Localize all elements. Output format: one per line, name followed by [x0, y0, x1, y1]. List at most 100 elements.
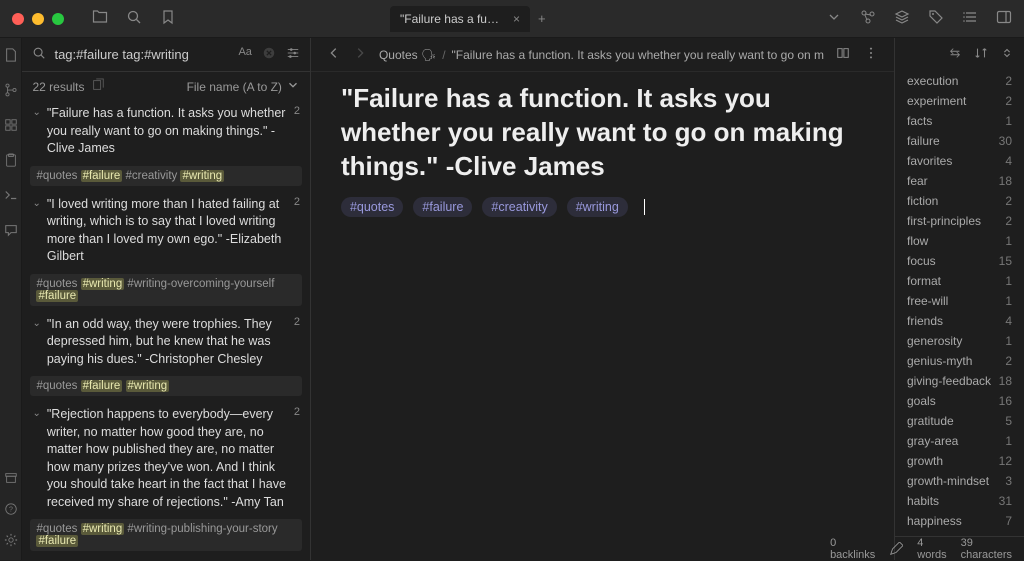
svg-text:?: ?: [9, 507, 13, 514]
tag-item[interactable]: gray-area1: [907, 431, 1012, 451]
file-icon[interactable]: [4, 48, 18, 65]
text-cursor: [644, 199, 645, 215]
nav-forward-icon[interactable]: [353, 46, 367, 63]
note-tag[interactable]: #writing: [567, 197, 628, 217]
tag-name: first-principles: [907, 214, 981, 228]
folder-icon[interactable]: [92, 9, 108, 28]
window-minimize[interactable]: [32, 13, 44, 25]
char-count[interactable]: 39 characters: [961, 537, 1012, 561]
breadcrumb-title[interactable]: "Failure has a function. It asks you whe…: [452, 48, 824, 62]
result-collapse-icon[interactable]: ⌄: [32, 198, 40, 209]
terminal-icon[interactable]: [4, 188, 18, 205]
search-result[interactable]: ⌄ "I loved writing more than I hated fai…: [30, 192, 301, 306]
tag-name: failure: [907, 134, 940, 148]
git-icon[interactable]: [4, 83, 18, 100]
result-match-count: 2: [294, 316, 300, 328]
tag-item[interactable]: generosity1: [907, 331, 1012, 351]
tag-item[interactable]: gratitude5: [907, 411, 1012, 431]
result-collapse-icon[interactable]: ⌄: [32, 408, 40, 419]
word-count[interactable]: 4 words: [917, 537, 946, 561]
tag-item[interactable]: focus15: [907, 251, 1012, 271]
tag-count: 1: [1005, 434, 1012, 448]
tag-item[interactable]: fiction2: [907, 191, 1012, 211]
bookmark-icon[interactable]: [160, 9, 176, 28]
search-result[interactable]: ⌄ "Rejection happens to everybody—every …: [30, 402, 301, 551]
tag-item[interactable]: habits31: [907, 491, 1012, 511]
tag-count: 1: [1005, 294, 1012, 308]
tag-count: 16: [999, 394, 1012, 408]
gear-icon[interactable]: [4, 533, 18, 550]
collapse-icon[interactable]: [948, 46, 962, 63]
tag-item[interactable]: friends4: [907, 311, 1012, 331]
more-icon[interactable]: [864, 46, 878, 63]
tag-item[interactable]: giving-feedback18: [907, 371, 1012, 391]
reading-mode-icon[interactable]: [836, 46, 850, 63]
tag-item[interactable]: growth-mindset3: [907, 471, 1012, 491]
tag-item[interactable]: goals16: [907, 391, 1012, 411]
tag-item[interactable]: first-principles 2: [907, 211, 1012, 231]
result-collapse-icon[interactable]: ⌄: [32, 318, 40, 329]
search-input[interactable]: [54, 47, 230, 62]
chat-icon[interactable]: [4, 223, 18, 240]
layers-icon[interactable]: [894, 9, 910, 28]
tag-item[interactable]: flow1: [907, 231, 1012, 251]
window-maximize[interactable]: [52, 13, 64, 25]
sort-dropdown[interactable]: File name (A to Z): [187, 78, 300, 95]
tab-active[interactable]: "Failure has a function. It... ×: [390, 6, 530, 32]
results-count: 22 results: [32, 80, 84, 94]
note-tags[interactable]: #quotes #failure #creativity #writing: [341, 197, 864, 217]
chevron-down-icon[interactable]: [826, 9, 842, 28]
tag-item[interactable]: free-will1: [907, 291, 1012, 311]
backlinks-status[interactable]: 0 backlinks: [830, 537, 875, 561]
search-result[interactable]: ⌄ "In an odd way, they were trophies. Th…: [30, 312, 301, 397]
tag-item[interactable]: format1: [907, 271, 1012, 291]
result-collapse-icon[interactable]: ⌄: [32, 107, 40, 118]
tag-icon[interactable]: [928, 9, 944, 28]
chevron-down-icon: [286, 78, 300, 95]
grid-icon[interactable]: [4, 118, 18, 135]
tag-item[interactable]: genius-myth2: [907, 351, 1012, 371]
clear-search-icon[interactable]: [262, 46, 276, 63]
match-case-icon[interactable]: Aa: [238, 46, 251, 63]
tab-close-icon[interactable]: ×: [513, 12, 520, 26]
nav-back-icon[interactable]: [327, 46, 341, 63]
tag-item[interactable]: execution2: [907, 71, 1012, 91]
tag-item[interactable]: failure30: [907, 131, 1012, 151]
sort-tags-icon[interactable]: [974, 46, 988, 63]
window-close[interactable]: [12, 13, 24, 25]
tag-item[interactable]: growth12: [907, 451, 1012, 471]
tag-item[interactable]: happiness7: [907, 511, 1012, 531]
note-tag[interactable]: #failure: [413, 197, 472, 217]
tag-item[interactable]: favorites4: [907, 151, 1012, 171]
list-icon[interactable]: [962, 9, 978, 28]
search-icon: [32, 46, 46, 63]
breadcrumb[interactable]: Quotes 🗣 / "Failure has a function. It a…: [379, 48, 824, 62]
tag-item[interactable]: fear18: [907, 171, 1012, 191]
copy-results-icon[interactable]: [91, 78, 105, 95]
tag-count: 18: [999, 174, 1012, 188]
new-tab-icon[interactable]: +: [538, 11, 546, 26]
help-icon[interactable]: ?: [4, 502, 18, 519]
tag-count: 1: [1005, 334, 1012, 348]
tag-count: 5: [1005, 414, 1012, 428]
tag-item[interactable]: facts1: [907, 111, 1012, 131]
tag-count: 2: [1005, 354, 1012, 368]
search-titlebar-icon[interactable]: [126, 9, 142, 28]
clipboard-icon[interactable]: [4, 153, 18, 170]
tag-item[interactable]: experiment2: [907, 91, 1012, 111]
archive-icon[interactable]: [4, 471, 18, 488]
search-result[interactable]: ⌄ "Failure has a function. It asks you w…: [30, 101, 301, 186]
right-panel-toggle-icon[interactable]: [996, 9, 1012, 28]
expand-icon[interactable]: [1000, 46, 1014, 63]
note-tag[interactable]: #creativity: [482, 197, 556, 217]
tag-count: 2: [1005, 214, 1012, 228]
settings-icon[interactable]: [286, 46, 300, 63]
edit-status-icon[interactable]: [889, 542, 903, 556]
note-tag[interactable]: #quotes: [341, 197, 403, 217]
graph-icon[interactable]: [860, 9, 876, 28]
breadcrumb-folder[interactable]: Quotes 🗣: [379, 48, 436, 62]
tag-name: focus: [907, 254, 936, 268]
note-title[interactable]: "Failure has a function. It asks you whe…: [341, 82, 864, 183]
tag-count: 2: [1005, 74, 1012, 88]
result-tags: #quotes #writing #writing-publishing-you…: [30, 519, 301, 551]
